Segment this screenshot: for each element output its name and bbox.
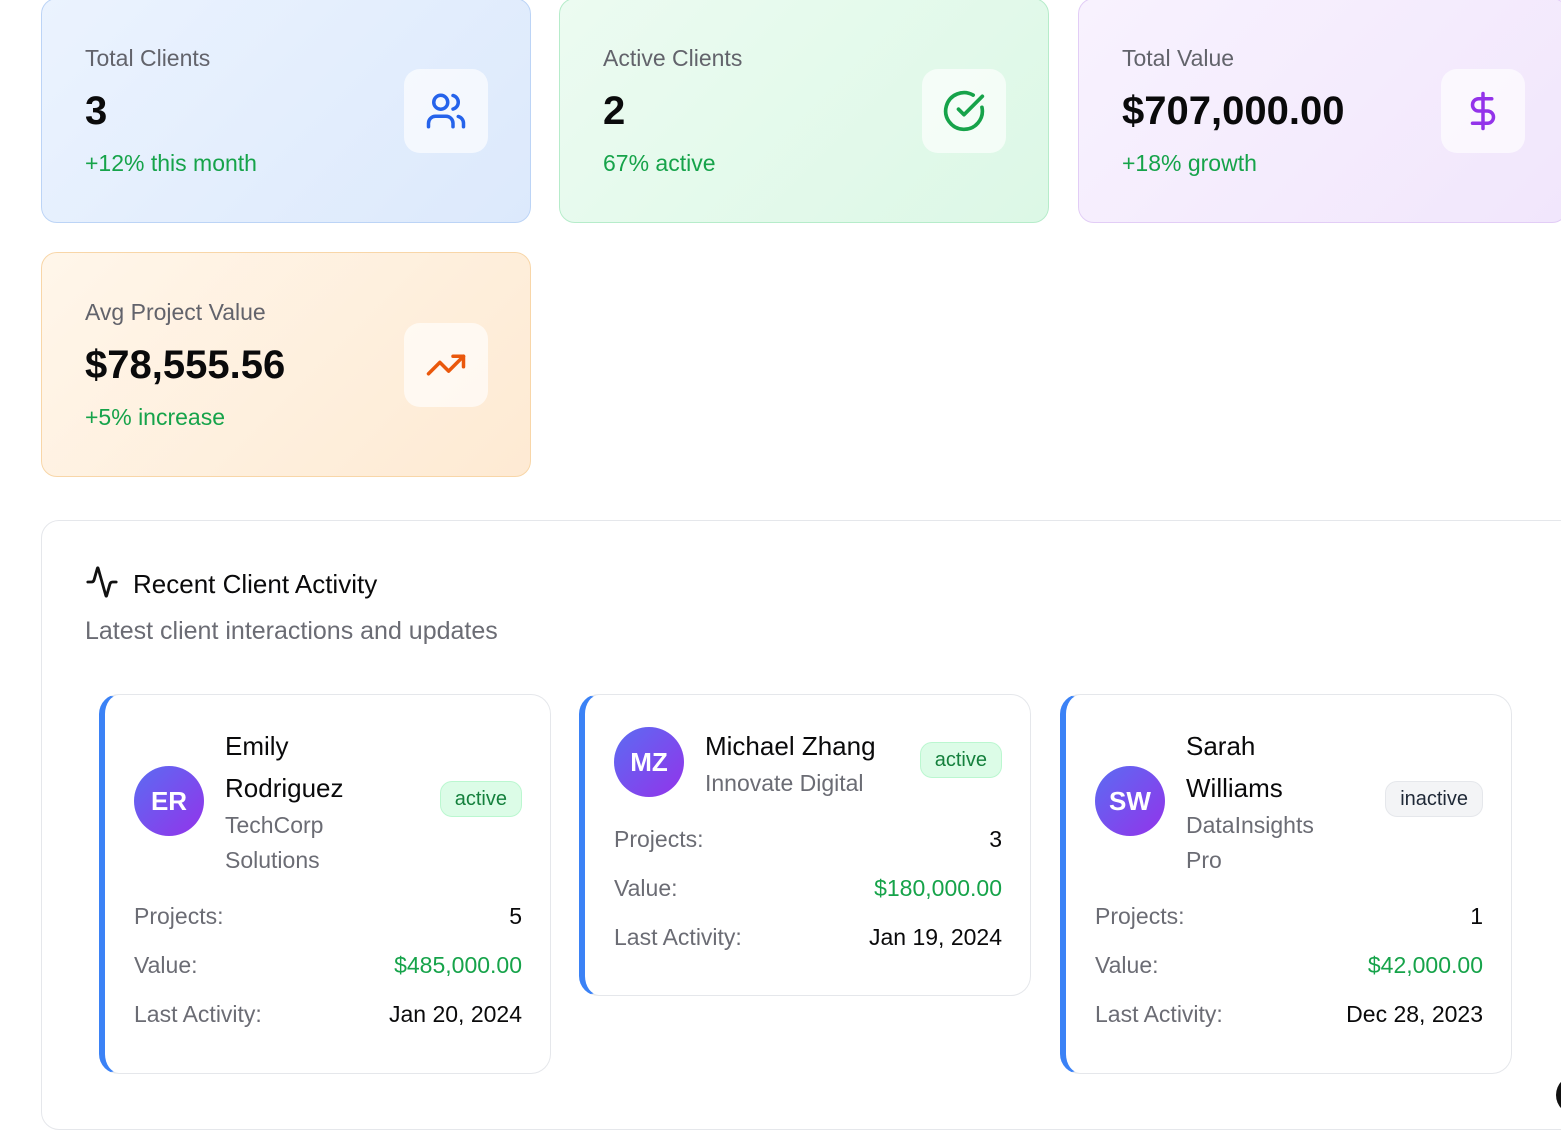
status-badge: active: [439, 781, 522, 817]
stat-label: Active Clients: [603, 45, 743, 71]
activity-subtitle: Latest client interactions and updates: [85, 617, 498, 645]
trending-up-icon: [404, 323, 488, 407]
stat-value: $707,000.00: [1122, 89, 1345, 133]
avatar: ER: [134, 766, 204, 836]
users-icon: [404, 69, 488, 153]
last-activity-row: Last Activity: Jan 19, 2024: [614, 924, 1002, 950]
last-activity-row: Last Activity: Jan 20, 2024: [134, 1001, 522, 1027]
stat-change: +12% this month: [85, 150, 257, 176]
status-badge: active: [919, 742, 1002, 778]
projects-row: Projects: 5: [134, 903, 522, 929]
value-row: Value: $485,000.00: [134, 952, 522, 978]
stat-label: Total Clients: [85, 45, 211, 71]
activity-title: Recent Client Activity: [133, 569, 378, 599]
stat-card-avg-project-value: Avg Project Value $78,555.56 +5% increas…: [41, 252, 531, 477]
client-company: Innovate Digital: [705, 770, 864, 796]
stat-value: 3: [85, 89, 108, 133]
client-name: Sarah Williams: [1186, 731, 1283, 803]
client-card-emily-rodriguez[interactable]: ER Emily Rodriguez TechCorp Solutions ac…: [99, 694, 551, 1074]
projects-row: Projects: 3: [614, 826, 1002, 852]
stat-card-active-clients: Active Clients 2 67% active: [559, 0, 1049, 223]
activity-icon: [85, 565, 119, 604]
stat-value: 2: [603, 89, 626, 133]
stat-change: 67% active: [603, 150, 716, 176]
check-circle-icon: [922, 69, 1006, 153]
client-company: TechCorp Solutions: [225, 812, 324, 873]
stat-change: +18% growth: [1122, 150, 1257, 176]
last-activity-row: Last Activity: Dec 28, 2023: [1095, 1001, 1483, 1027]
client-company: DataInsights Pro: [1186, 812, 1314, 873]
projects-row: Projects: 1: [1095, 903, 1483, 929]
value-row: Value: $42,000.00: [1095, 952, 1483, 978]
value-row: Value: $180,000.00: [614, 875, 1002, 901]
client-name: Emily Rodriguez: [225, 731, 344, 803]
stat-card-total-clients: Total Clients 3 +12% this month: [41, 0, 531, 223]
stat-label: Avg Project Value: [85, 299, 266, 325]
client-card-sarah-williams[interactable]: SW Sarah Williams DataInsights Pro inact…: [1060, 694, 1512, 1074]
avatar: SW: [1095, 766, 1165, 836]
stat-value: $78,555.56: [85, 343, 286, 387]
stat-card-total-value: Total Value $707,000.00 +18% growth: [1078, 0, 1561, 223]
client-name: Michael Zhang: [705, 731, 876, 761]
avatar: MZ: [614, 727, 684, 797]
stat-label: Total Value: [1122, 45, 1235, 71]
status-badge: inactive: [1385, 781, 1483, 817]
stat-change: +5% increase: [85, 404, 225, 430]
client-card-michael-zhang[interactable]: MZ Michael Zhang Innovate Digital active…: [579, 694, 1031, 996]
recent-activity-panel: Recent Client Activity Latest client int…: [41, 520, 1561, 1130]
activity-header: Recent Client Activity: [85, 565, 377, 604]
dollar-icon: [1441, 69, 1525, 153]
